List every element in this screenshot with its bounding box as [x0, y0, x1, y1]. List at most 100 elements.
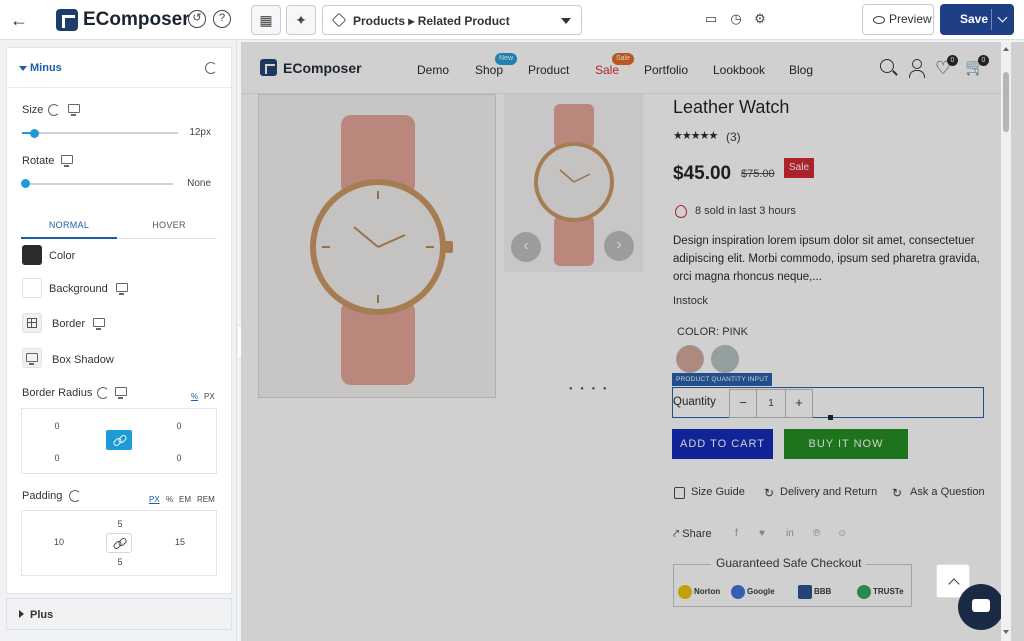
- top-bar: ← EComposer ↺ ? ▦ ✦ Products ▸ Related P…: [0, 0, 1024, 40]
- chat-widget-button[interactable]: [958, 584, 1004, 630]
- nav-product[interactable]: Product: [528, 63, 569, 77]
- trust-title: Guaranteed Safe Checkout: [711, 556, 867, 570]
- linkedin-icon[interactable]: in: [786, 528, 794, 539]
- save-button[interactable]: Save: [940, 4, 1014, 35]
- nav-portfolio[interactable]: Portfolio: [644, 63, 688, 77]
- quantity-value[interactable]: 1: [757, 389, 785, 418]
- radius-unit-percent[interactable]: %: [191, 392, 198, 401]
- settings-gear-icon[interactable]: ⚙: [752, 11, 768, 27]
- image-prev-button[interactable]: ‹: [511, 232, 541, 262]
- resize-handle[interactable]: [828, 415, 833, 420]
- question-icon: ↻: [892, 486, 903, 500]
- reset-icon[interactable]: [205, 62, 217, 74]
- add-to-cart-button[interactable]: ADD TO CART: [672, 429, 773, 459]
- quantity-minus-button[interactable]: −: [729, 389, 757, 418]
- nav-shop-badge: New: [495, 53, 518, 65]
- site-logo-icon[interactable]: [260, 59, 277, 76]
- product-main-image[interactable]: [258, 94, 496, 398]
- save-options-chevron-icon[interactable]: [997, 12, 1008, 23]
- padding-unit-percent[interactable]: %: [166, 495, 173, 504]
- caret-down-icon: [19, 66, 27, 71]
- border-radius-label: Border Radius: [22, 387, 93, 399]
- search-icon[interactable]: [880, 59, 894, 73]
- tab-normal[interactable]: NORMAL: [21, 220, 117, 239]
- ecomposer-logo-icon: [56, 9, 78, 31]
- border-desktop-icon[interactable]: [93, 318, 105, 330]
- background-swatch[interactable]: [22, 278, 42, 298]
- box-shadow-button[interactable]: [22, 348, 42, 368]
- site-brand[interactable]: EComposer: [283, 60, 362, 76]
- buy-now-button[interactable]: BUY IT NOW: [784, 429, 908, 459]
- radius-top-right[interactable]: 0: [164, 421, 194, 431]
- size-reset-icon[interactable]: [48, 104, 60, 116]
- image-pagination-dots[interactable]: ● ● ● ●: [569, 386, 610, 392]
- size-guide-link[interactable]: Size Guide: [691, 486, 745, 498]
- facebook-icon[interactable]: f: [735, 528, 738, 539]
- scrollbar-thumb[interactable]: [1003, 72, 1009, 132]
- quantity-plus-button[interactable]: +: [785, 389, 813, 418]
- radius-top-left[interactable]: 0: [42, 421, 72, 431]
- twitter-icon[interactable]: ♥: [759, 528, 765, 539]
- reddit-icon[interactable]: ☺: [837, 528, 847, 539]
- plus-section-header[interactable]: Plus: [6, 598, 232, 630]
- radius-link-icon[interactable]: [106, 430, 132, 450]
- ask-question-link[interactable]: Ask a Question: [910, 486, 985, 498]
- extensions-icon[interactable]: ✦: [286, 5, 316, 35]
- help-icon[interactable]: ?: [213, 10, 231, 28]
- tab-hover[interactable]: HOVER: [121, 220, 217, 230]
- padding-top[interactable]: 5: [105, 519, 135, 529]
- color-swatch[interactable]: [22, 245, 42, 265]
- nav-demo[interactable]: Demo: [417, 63, 449, 77]
- size-desktop-icon[interactable]: [68, 104, 80, 116]
- padding-right[interactable]: 15: [165, 537, 195, 547]
- border-button[interactable]: [22, 313, 42, 333]
- scroll-down-icon[interactable]: [1003, 630, 1009, 634]
- padding-link-icon[interactable]: [106, 533, 132, 553]
- rotate-desktop-icon[interactable]: [61, 155, 73, 167]
- size-slider-track[interactable]: [22, 132, 178, 134]
- padding-unit-px[interactable]: PX: [149, 495, 160, 504]
- padding-unit-rem[interactable]: REM: [197, 495, 215, 504]
- user-icon[interactable]: [908, 59, 926, 78]
- size-slider-handle[interactable]: [30, 129, 40, 138]
- layout-grid-icon[interactable]: ▦: [251, 5, 281, 35]
- border-radius-desktop-icon[interactable]: [115, 387, 127, 399]
- pinterest-icon[interactable]: ℗: [813, 528, 820, 539]
- border-radius-reset-icon[interactable]: [97, 387, 109, 399]
- rotate-slider-track[interactable]: [22, 183, 173, 185]
- padding-unit-em[interactable]: EM: [179, 495, 191, 504]
- background-desktop-icon[interactable]: [116, 283, 128, 295]
- minus-section-title: Minus: [30, 62, 62, 74]
- color-swatch-pink[interactable]: [676, 345, 704, 373]
- nav-shop[interactable]: Shop: [475, 63, 503, 77]
- nav-blog[interactable]: Blog: [789, 63, 813, 77]
- quantity-input-block[interactable]: Quantity − 1 +: [672, 387, 984, 418]
- nav-lookbook[interactable]: Lookbook: [713, 63, 765, 77]
- image-next-button[interactable]: ›: [604, 231, 634, 261]
- minus-section-header[interactable]: Minus: [7, 48, 231, 88]
- nav-sale[interactable]: Sale: [595, 63, 619, 77]
- padding-reset-icon[interactable]: [69, 490, 81, 502]
- back-arrow-icon[interactable]: ←: [10, 9, 32, 31]
- scroll-up-icon[interactable]: [1003, 47, 1009, 51]
- radius-unit-px[interactable]: PX: [204, 392, 215, 401]
- clock-icon[interactable]: ◷: [728, 11, 744, 27]
- canvas-scrollbar[interactable]: [1001, 42, 1011, 641]
- rotate-slider-handle[interactable]: [21, 179, 30, 188]
- radius-bottom-right[interactable]: 0: [164, 453, 194, 463]
- page-selector[interactable]: Products ▸ Related Product: [322, 5, 582, 35]
- save-label: Save: [960, 12, 989, 26]
- truste-mark-icon: [857, 584, 871, 599]
- desktop-view-icon[interactable]: ▭: [703, 11, 719, 27]
- padding-left[interactable]: 10: [44, 537, 74, 547]
- review-count[interactable]: (3): [726, 130, 741, 144]
- delivery-return-link[interactable]: Delivery and Return: [780, 486, 877, 498]
- preview-button[interactable]: Preview: [862, 4, 934, 35]
- norton-mark-icon: [678, 584, 692, 599]
- history-icon[interactable]: ↺: [188, 10, 206, 28]
- color-swatch-grey[interactable]: [711, 345, 739, 373]
- padding-bottom[interactable]: 5: [105, 557, 135, 567]
- nav-sale-badge: Sale: [612, 53, 635, 65]
- app-brand: EComposer: [83, 9, 190, 30]
- radius-bottom-left[interactable]: 0: [42, 453, 72, 463]
